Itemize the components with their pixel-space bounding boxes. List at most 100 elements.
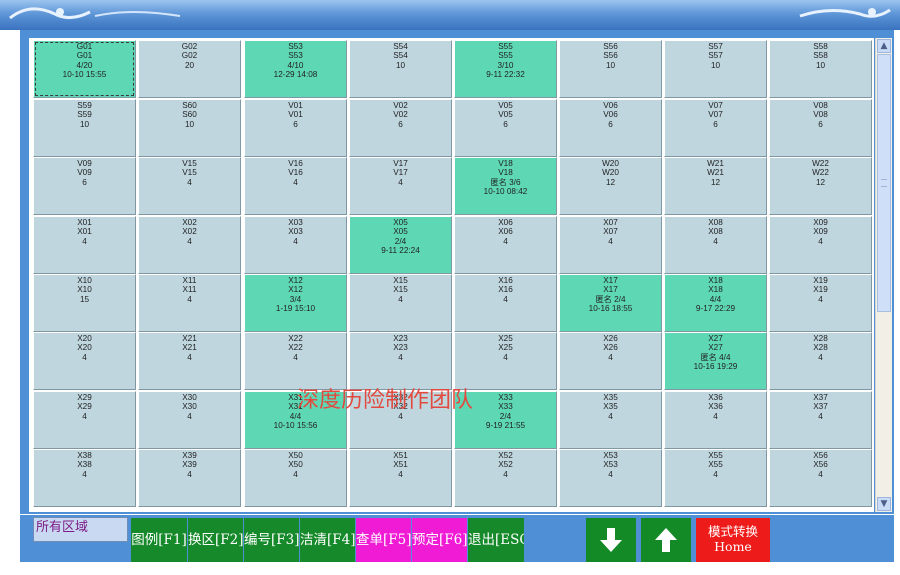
room-tile-x10[interactable]: X10 X10 15 — [33, 274, 136, 332]
room-name: X11 — [182, 285, 197, 295]
query-order-button[interactable]: 查单[F5] — [356, 518, 411, 562]
room-detail: 10 — [184, 119, 195, 129]
room-tile-s53[interactable]: S53 S53 4/10 12-29 14:08 — [244, 40, 347, 98]
room-code: X03 — [288, 218, 303, 227]
room-tile-x36[interactable]: X36 X36 4 — [664, 391, 767, 449]
room-tile-x16[interactable]: X16 X16 4 — [454, 274, 557, 332]
room-tile-v18[interactable]: V18 V18 匿名 3/6 10-10 08:42 — [454, 157, 557, 215]
scroll-up-button[interactable] — [641, 518, 691, 562]
room-tile-x17[interactable]: X17 X17 匿名 2/4 10-16 18:55 — [559, 274, 662, 332]
room-tile-w22[interactable]: W22 W22 12 — [769, 157, 872, 215]
room-tile-s57[interactable]: S57 S57 10 — [664, 40, 767, 98]
room-tile-x28[interactable]: X28 X28 4 — [769, 332, 872, 390]
room-tile-x21[interactable]: X21 X21 4 — [138, 332, 241, 390]
room-tile-x53[interactable]: X53 X53 4 — [559, 449, 662, 507]
room-name: V09 — [77, 168, 92, 178]
room-tile-x09[interactable]: X09 X09 4 — [769, 216, 872, 274]
room-tile-x55[interactable]: X55 X55 4 — [664, 449, 767, 507]
room-code: X07 — [603, 218, 618, 227]
scroll-up-icon[interactable]: ▲ — [877, 39, 891, 53]
room-detail: 4 — [818, 469, 823, 479]
room-detail: 3/4 — [289, 294, 302, 304]
room-tile-x05[interactable]: X05 X05 2/4 9-11 22:24 — [349, 216, 452, 274]
room-tile-s55[interactable]: S55 S55 3/10 9-11 22:32 — [454, 40, 557, 98]
room-name: X19 — [813, 285, 828, 295]
room-tile-x39[interactable]: X39 X39 4 — [138, 449, 241, 507]
mode-switch-button[interactable]: 模式转换 Home — [696, 518, 770, 562]
room-tile-v17[interactable]: V17 V17 4 — [349, 157, 452, 215]
room-tile-v07[interactable]: V07 V07 6 — [664, 99, 767, 157]
room-detail: 4 — [187, 411, 192, 421]
room-tile-x01[interactable]: X01 X01 4 — [33, 216, 136, 274]
scroll-down-button[interactable] — [586, 518, 636, 562]
room-tile-x26[interactable]: X26 X26 4 — [559, 332, 662, 390]
room-tile-s56[interactable]: S56 S56 10 — [559, 40, 662, 98]
room-tile-g02[interactable]: G02 G02 20 — [138, 40, 241, 98]
room-name: X15 — [393, 285, 408, 295]
room-tile-x51[interactable]: X51 X51 4 — [349, 449, 452, 507]
room-tile-w20[interactable]: W20 W20 12 — [559, 157, 662, 215]
room-tile-x52[interactable]: X52 X52 4 — [454, 449, 557, 507]
room-tile-x27[interactable]: X27 X27 匿名 4/4 10-16 19:29 — [664, 332, 767, 390]
room-tile-x12[interactable]: X12 X12 3/4 1-19 15:10 — [244, 274, 347, 332]
room-tile-v06[interactable]: V06 V06 6 — [559, 99, 662, 157]
room-tile-x08[interactable]: X08 X08 4 — [664, 216, 767, 274]
room-detail: 4 — [818, 411, 823, 421]
room-code: X23 — [393, 334, 408, 343]
room-tile-x18[interactable]: X18 X18 4/4 9-17 22:29 — [664, 274, 767, 332]
room-code: X28 — [813, 334, 828, 343]
room-code: S54 — [393, 42, 408, 51]
room-detail: 12 — [815, 177, 826, 187]
room-tile-x11[interactable]: X11 X11 4 — [138, 274, 241, 332]
room-tile-x06[interactable]: X06 X06 4 — [454, 216, 557, 274]
room-detail: 4 — [503, 294, 508, 304]
number-button[interactable]: 编号[F3] — [244, 518, 299, 562]
room-code: V05 — [498, 101, 513, 110]
room-tile-x56[interactable]: X56 X56 4 — [769, 449, 872, 507]
room-tile-x20[interactable]: X20 X20 4 — [33, 332, 136, 390]
room-tile-v02[interactable]: V02 V02 6 — [349, 99, 452, 157]
room-name: X37 — [813, 402, 828, 412]
room-name: X01 — [77, 227, 92, 237]
room-tile-v05[interactable]: V05 V05 6 — [454, 99, 557, 157]
room-tile-x29[interactable]: X29 X29 4 — [33, 391, 136, 449]
room-tile-x35[interactable]: X35 X35 4 — [559, 391, 662, 449]
room-name: X56 — [813, 460, 828, 470]
room-tile-s60[interactable]: S60 S60 10 — [138, 99, 241, 157]
room-tile-v08[interactable]: V08 V08 6 — [769, 99, 872, 157]
room-tile-x30[interactable]: X30 X30 4 — [138, 391, 241, 449]
exit-button[interactable]: 退出[ESC] — [468, 518, 524, 562]
room-tile-v16[interactable]: V16 V16 4 — [244, 157, 347, 215]
room-tile-v01[interactable]: V01 V01 6 — [244, 99, 347, 157]
title-bar — [0, 0, 900, 30]
room-detail: 4 — [608, 411, 613, 421]
room-tile-x15[interactable]: X15 X15 4 — [349, 274, 452, 332]
room-tile-v15[interactable]: V15 V15 4 — [138, 157, 241, 215]
room-name: S60 — [182, 110, 197, 120]
scroll-down-icon[interactable]: ▼ — [877, 497, 891, 511]
area-selector[interactable]: 所有区域 — [33, 517, 128, 542]
room-name: X55 — [708, 460, 723, 470]
room-name: X17 — [603, 285, 618, 295]
reserve-button[interactable]: 预定[F6] — [412, 518, 467, 562]
room-tile-x19[interactable]: X19 X19 4 — [769, 274, 872, 332]
room-tile-x50[interactable]: X50 X50 4 — [244, 449, 347, 507]
room-tile-g01[interactable]: G01 G01 4/20 10-10 15:55 — [33, 40, 136, 98]
room-detail: 10 — [710, 60, 721, 70]
vertical-scrollbar[interactable]: ▲ ▼ — [875, 38, 892, 512]
room-detail: 4 — [187, 294, 192, 304]
room-tile-x02[interactable]: X02 X02 4 — [138, 216, 241, 274]
room-tile-s59[interactable]: S59 S59 10 — [33, 99, 136, 157]
room-tile-x38[interactable]: X38 X38 4 — [33, 449, 136, 507]
room-tile-w21[interactable]: W21 W21 12 — [664, 157, 767, 215]
room-tile-v09[interactable]: V09 V09 6 — [33, 157, 136, 215]
room-tile-x07[interactable]: X07 X07 4 — [559, 216, 662, 274]
switch-area-button[interactable]: 换区[F2] — [188, 518, 243, 562]
room-tile-x03[interactable]: X03 X03 4 — [244, 216, 347, 274]
room-tile-s58[interactable]: S58 S58 10 — [769, 40, 872, 98]
scrollbar-thumb[interactable] — [877, 54, 891, 312]
room-tile-x37[interactable]: X37 X37 4 — [769, 391, 872, 449]
legend-button[interactable]: 图例[F1] — [131, 518, 187, 562]
clean-button[interactable]: 洁清[F4] — [300, 518, 355, 562]
room-tile-s54[interactable]: S54 S54 10 — [349, 40, 452, 98]
